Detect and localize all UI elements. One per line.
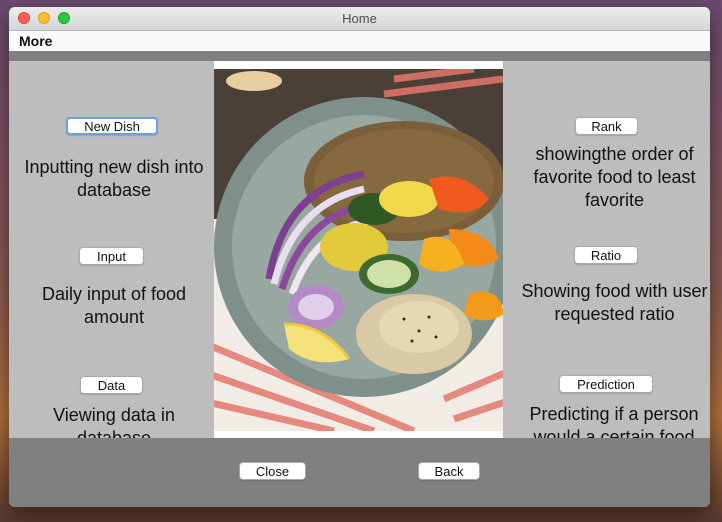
data-button[interactable]: Data xyxy=(80,376,143,394)
food-bowl-image xyxy=(214,61,503,438)
close-button[interactable]: Close xyxy=(239,462,306,480)
menu-bar: More xyxy=(9,31,710,51)
rank-button[interactable]: Rank xyxy=(575,117,638,135)
window-title: Home xyxy=(342,11,377,26)
main-content: New Dish Inputting new dish into databas… xyxy=(9,61,710,448)
input-button[interactable]: Input xyxy=(79,247,144,265)
food-bowl-illustration xyxy=(214,69,503,431)
rank-description: showingthe order of favorite food to lea… xyxy=(533,144,696,210)
new-dish-button[interactable]: New Dish xyxy=(66,117,158,135)
title-bar[interactable]: Home xyxy=(9,7,710,31)
back-button[interactable]: Back xyxy=(418,462,480,480)
separator-stripe xyxy=(9,51,710,61)
ratio-button[interactable]: Ratio xyxy=(574,246,638,264)
prediction-button[interactable]: Prediction xyxy=(559,375,653,393)
input-description: Daily input of food amount xyxy=(41,284,187,327)
app-window: Home More New Dish Inputting new dish in… xyxy=(9,7,710,507)
new-dish-description: Inputting new dish into database xyxy=(24,157,204,200)
ratio-description: Showing food with user requested ratio xyxy=(521,281,708,324)
bottom-bar: Close Back xyxy=(9,438,710,507)
menu-more[interactable]: More xyxy=(19,33,52,49)
